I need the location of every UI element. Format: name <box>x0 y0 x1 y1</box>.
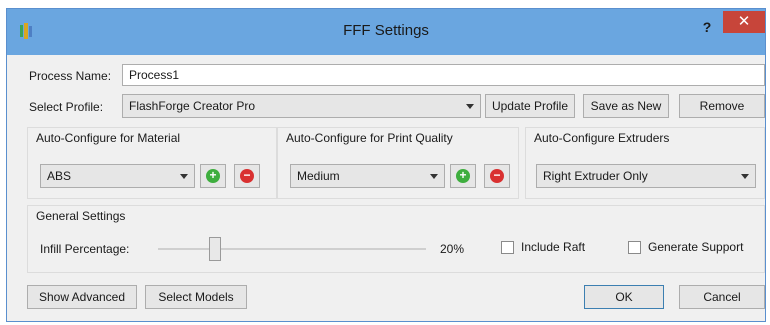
extruders-group-title: Auto-Configure Extruders <box>534 131 670 145</box>
general-settings-group: General Settings Infill Percentage: 20% … <box>27 205 765 273</box>
include-raft-label: Include Raft <box>521 240 586 254</box>
quality-group-title: Auto-Configure for Print Quality <box>286 131 453 145</box>
select-models-button[interactable]: Select Models <box>145 285 247 309</box>
close-button[interactable]: ✕ <box>723 11 765 33</box>
infill-percentage-value: 20% <box>440 242 465 256</box>
add-quality-button[interactable]: + <box>450 164 476 188</box>
infill-slider-handle[interactable] <box>209 237 221 261</box>
quality-group: Auto-Configure for Print Quality Medium … <box>277 127 519 199</box>
add-material-button[interactable]: + <box>200 164 226 188</box>
remove-material-button[interactable]: − <box>234 164 260 188</box>
extruders-group: Auto-Configure Extruders Right Extruder … <box>525 127 765 199</box>
generate-support-label: Generate Support <box>648 240 744 254</box>
process-name-label: Process Name: <box>29 69 112 83</box>
process-name-field[interactable]: Process1 <box>122 64 765 86</box>
general-settings-title: General Settings <box>36 209 126 223</box>
material-group-title: Auto-Configure for Material <box>36 131 181 145</box>
remove-button[interactable]: Remove <box>679 94 765 118</box>
fff-settings-dialog: FFF Settings ? ✕ Process Name: Process1 … <box>6 8 766 322</box>
generate-support-checkbox[interactable] <box>628 241 641 254</box>
plus-circle-icon: + <box>206 169 220 183</box>
infill-slider-track[interactable] <box>158 248 426 250</box>
ok-button[interactable]: OK <box>584 285 664 309</box>
save-as-new-button[interactable]: Save as New <box>583 94 669 118</box>
cancel-button[interactable]: Cancel <box>679 285 765 309</box>
include-raft-checkbox[interactable] <box>501 241 514 254</box>
update-profile-button[interactable]: Update Profile <box>485 94 575 118</box>
select-profile-label: Select Profile: <box>29 100 104 114</box>
chevron-down-icon <box>430 174 438 179</box>
profile-select[interactable]: FlashForge Creator Pro <box>122 94 481 118</box>
window-title: FFF Settings <box>343 22 429 39</box>
minus-circle-icon: − <box>240 169 254 183</box>
quality-select[interactable]: Medium <box>290 164 445 188</box>
material-group: Auto-Configure for Material ABS + − <box>27 127 277 199</box>
remove-quality-button[interactable]: − <box>484 164 510 188</box>
chevron-down-icon <box>466 104 474 109</box>
chevron-down-icon <box>180 174 188 179</box>
material-select-value: ABS <box>47 169 72 183</box>
infill-percentage-label: Infill Percentage: <box>40 242 130 256</box>
material-select[interactable]: ABS <box>40 164 195 188</box>
plus-circle-icon: + <box>456 169 470 183</box>
help-button[interactable]: ? <box>697 17 717 37</box>
title-bar: FFF Settings ? ✕ <box>7 9 765 55</box>
chevron-down-icon <box>741 174 749 179</box>
profile-select-value: FlashForge Creator Pro <box>129 99 256 113</box>
show-advanced-button[interactable]: Show Advanced <box>27 285 137 309</box>
minus-circle-icon: − <box>490 169 504 183</box>
extruders-select[interactable]: Right Extruder Only <box>536 164 756 188</box>
quality-select-value: Medium <box>297 169 340 183</box>
extruders-select-value: Right Extruder Only <box>543 169 648 183</box>
